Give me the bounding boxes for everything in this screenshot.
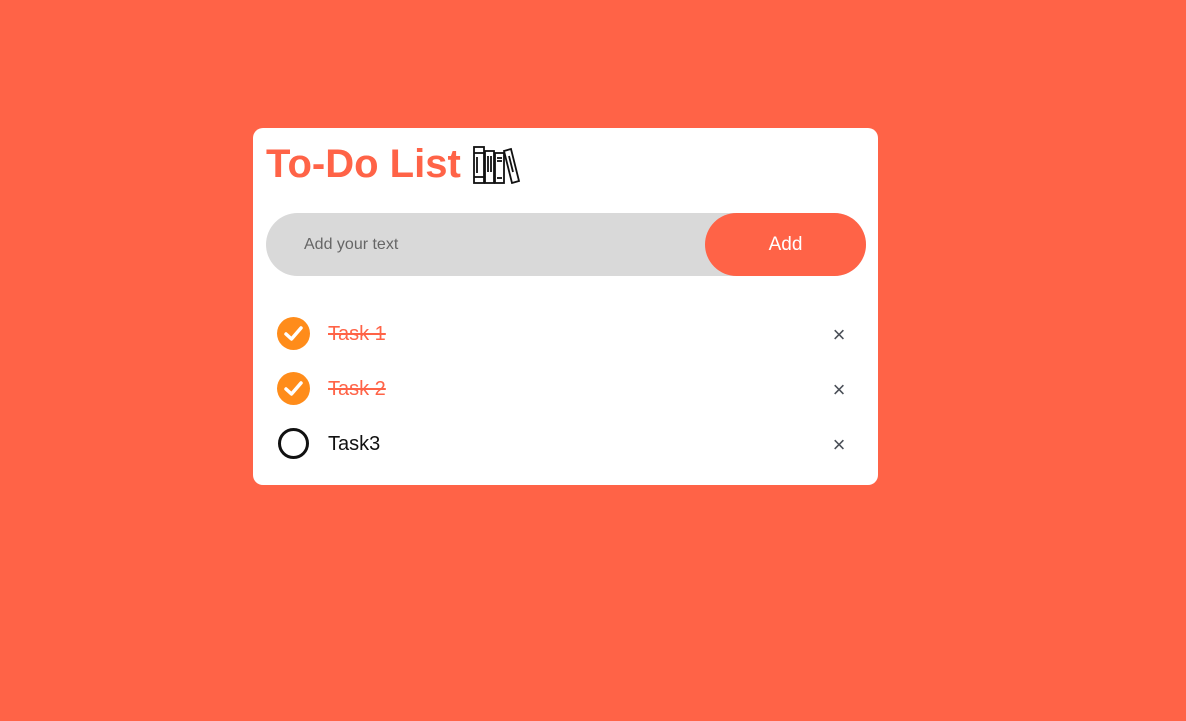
close-icon[interactable]: × bbox=[824, 430, 854, 460]
list-item: Task 2 × bbox=[266, 361, 866, 416]
add-task-row: Add bbox=[266, 213, 866, 276]
task-label[interactable]: Task3 bbox=[328, 432, 380, 456]
page-title: To-Do List bbox=[266, 142, 461, 186]
books-icon bbox=[472, 144, 521, 185]
add-button[interactable]: Add bbox=[705, 213, 866, 276]
header: To-Do List bbox=[266, 142, 521, 186]
task-label[interactable]: Task 1 bbox=[328, 322, 386, 346]
unchecked-circle-icon[interactable] bbox=[278, 428, 309, 459]
todo-card: To-Do List Add your text Add Task 1 × Ta… bbox=[253, 128, 878, 485]
task-input[interactable] bbox=[290, 213, 690, 276]
list-item: Task3 × bbox=[266, 416, 866, 471]
task-list: Task 1 × Task 2 × Task3 × bbox=[266, 306, 866, 471]
checked-circle-icon[interactable] bbox=[277, 317, 310, 350]
task-label[interactable]: Task 2 bbox=[328, 377, 386, 401]
close-icon[interactable]: × bbox=[824, 375, 854, 405]
list-item: Task 1 × bbox=[266, 306, 866, 361]
checked-circle-icon[interactable] bbox=[277, 372, 310, 405]
close-icon[interactable]: × bbox=[824, 320, 854, 350]
